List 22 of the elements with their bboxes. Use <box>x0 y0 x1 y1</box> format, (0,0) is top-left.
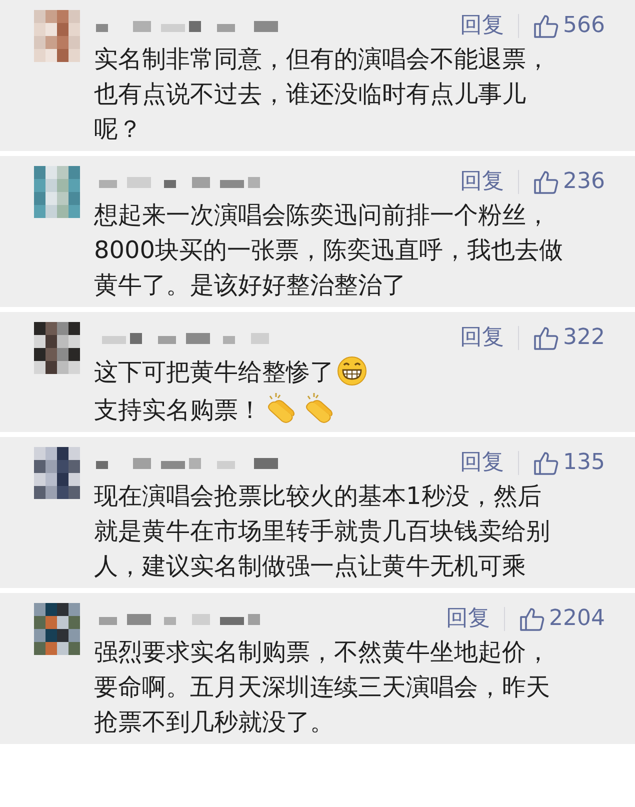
reply-link[interactable]: 回复 <box>460 452 504 474</box>
thumbs-up-icon[interactable] <box>533 169 559 195</box>
like-count: 135 <box>563 452 605 474</box>
reply-link[interactable]: 回复 <box>460 171 504 193</box>
comment-text: 强烈要求实名制购票，不然黄牛坐地起价，要命啊。五月天深圳连续三天演唱会，昨天抢票不到几秒就没了。 <box>94 638 550 736</box>
reply-link[interactable]: 回复 <box>446 608 490 630</box>
like-count: 566 <box>563 15 605 37</box>
like-count: 236 <box>563 171 605 193</box>
reply-link[interactable]: 回复 <box>460 327 504 349</box>
thumbs-up-icon[interactable] <box>519 606 545 632</box>
comment-text: 这下可把黄牛给整惨了 <box>94 358 334 386</box>
comment-text: 支持实名购票！ <box>94 396 262 424</box>
thumbs-up-icon[interactable] <box>533 13 559 39</box>
thumbs-up-icon[interactable] <box>533 450 559 476</box>
comment-text: 想起来一次演唱会陈奕迅问前排一个粉丝，8000块买的一张票，陈奕迅直呼，我也去做黄牛了。是该好好整治整治了 <box>94 201 564 299</box>
reply-link[interactable]: 回复 <box>460 15 504 37</box>
grinning-face-icon <box>336 354 368 386</box>
comment-text: 现在演唱会抢票比较火的基本1秒没，然后就是黄牛在市场里转手就贵几百块钱卖给别人，建议实名制做强一点让黄牛无机可乘 <box>94 482 550 580</box>
comment-text: 实名制非常同意，但有的演唱会不能退票，也有点说不过去，谁还没临时有点儿事儿呢？ <box>94 45 550 143</box>
like-count: 322 <box>563 327 605 349</box>
thumbs-up-icon[interactable] <box>533 325 559 351</box>
like-count: 2204 <box>549 608 605 630</box>
